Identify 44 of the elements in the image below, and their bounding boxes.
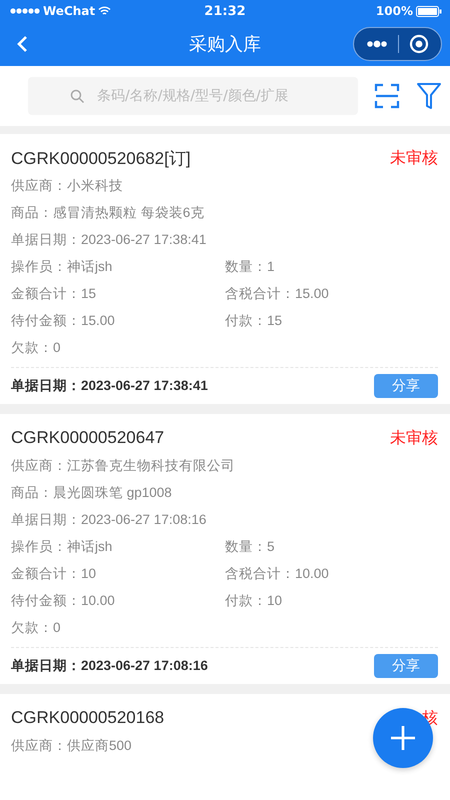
page-title: 采购入库	[189, 33, 261, 56]
date-text: 单据日期：2023-06-27 17:08:16	[11, 657, 208, 675]
order-card[interactable]: CGRK00000520647 未审核 供应商：江苏鲁克生物科技有限公司 商品：晨光圆珠笔 gp1008 单据日期：2023-06-27 17:08:16 操作员：神话jsh 数量：5 金额合计：10 含税合计：10.00 待付金额：10.00 付款：10 欠款：0 单据日期：2023-06-27 17:08:16 分享	[0, 414, 450, 684]
status-text: 未审核	[390, 428, 438, 448]
order-number: CGRK00000520682[订]	[11, 148, 191, 170]
search-icon	[70, 89, 85, 104]
signal-icon	[10, 8, 40, 14]
field-text: 供应商：供应商500	[11, 737, 132, 755]
field-text: 含税合计：15.00	[225, 285, 329, 303]
status-text: 未审核	[390, 148, 438, 168]
field-text: 单据日期：2023-06-27 17:08:16	[11, 511, 206, 529]
back-icon[interactable]	[16, 35, 28, 53]
field-text: 待付金额：10.00	[11, 592, 115, 610]
date-text: 单据日期：2023-06-27 17:38:41	[11, 377, 208, 395]
field-text: 数量：1	[225, 258, 275, 276]
plus-icon	[390, 725, 416, 751]
battery-icon	[416, 6, 442, 16]
field-text: 数量：5	[225, 538, 275, 556]
field-text: 欠款：0	[11, 619, 61, 637]
field-text: 金额合计：10	[11, 565, 96, 583]
field-text: 付款：15	[225, 312, 282, 330]
field-text: 操作员：神话jsh	[11, 538, 112, 556]
field-text: 单据日期：2023-06-27 17:38:41	[11, 231, 206, 249]
field-text: 待付金额：15.00	[11, 312, 115, 330]
field-text: 商品：感冒清热颗粒 每袋装6克	[11, 204, 204, 222]
carrier-text: WeChat	[43, 4, 96, 18]
field-text: 付款：10	[225, 592, 282, 610]
field-text: 金额合计：15	[11, 285, 96, 303]
search-field[interactable]: 条码/名称/规格/型号/颜色/扩展	[28, 77, 358, 115]
wifi-icon	[98, 6, 112, 16]
field-text: 供应商：江苏鲁克生物科技有限公司	[11, 457, 235, 475]
field-text: 供应商：小米科技	[11, 177, 123, 195]
filter-icon[interactable]	[416, 82, 442, 110]
field-text: 含税合计：10.00	[225, 565, 329, 583]
more-icon[interactable]	[366, 40, 388, 48]
scan-icon[interactable]	[374, 83, 400, 109]
battery-text: 100%	[376, 4, 413, 18]
field-text: 操作员：神话jsh	[11, 258, 112, 276]
order-number: CGRK00000520168	[11, 708, 164, 728]
order-card[interactable]: CGRK00000520682[订] 未审核 供应商：小米科技 商品：感冒清热颗粒 每袋装6克 单据日期：2023-06-27 17:38:41 操作员：神话jsh 数量：1 金额合计：15 含税合计：15.00 待付金额：15.00 付款：15 欠款：0 单据日期：2023-06-27 17:38:41 分享	[0, 134, 450, 404]
field-text: 欠款：0	[11, 339, 61, 357]
field-text: 商品：晨光圆珠笔 gp1008	[11, 484, 172, 502]
clock-text: 21:32	[204, 4, 246, 18]
order-number: CGRK00000520647	[11, 428, 164, 448]
